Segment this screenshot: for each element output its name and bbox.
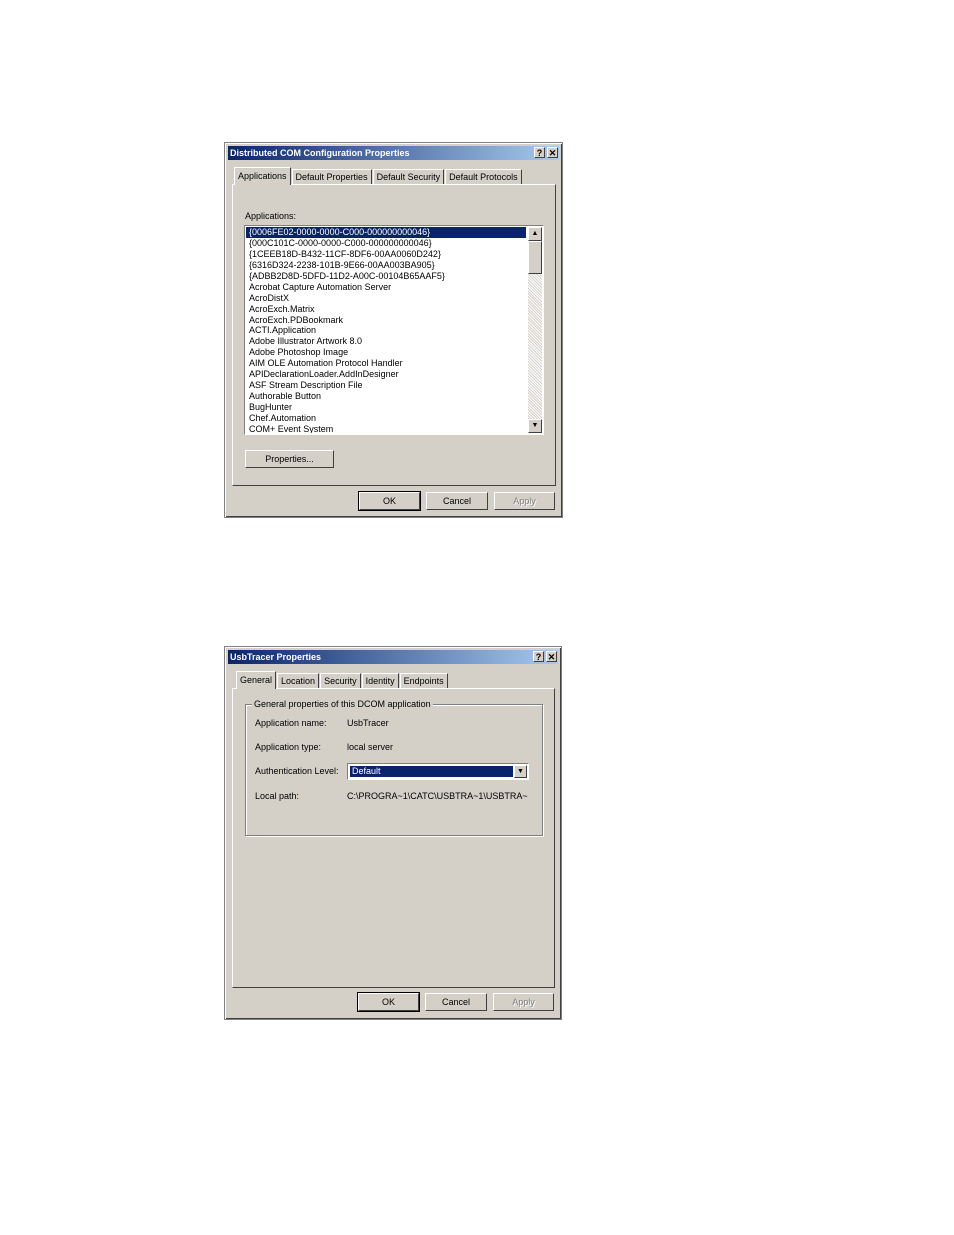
tab-default-security[interactable]: Default Security <box>372 169 445 184</box>
list-item[interactable]: BugHunter <box>246 402 526 413</box>
tab-default-properties[interactable]: Default Properties <box>291 169 372 184</box>
close-button[interactable]: ✕ <box>547 147 558 158</box>
list-item[interactable]: APIDeclarationLoader.AddInDesigner <box>246 369 526 380</box>
applications-label: Applications: <box>245 211 297 221</box>
tab-endpoints[interactable]: Endpoints <box>399 673 448 688</box>
list-item[interactable]: Chef.Automation <box>246 413 526 424</box>
scroll-up-icon[interactable]: ▲ <box>528 227 542 241</box>
vertical-scrollbar[interactable]: ▲ ▼ <box>528 227 542 433</box>
auth-level-select[interactable]: Default ▼ <box>347 763 529 780</box>
applications-list[interactable]: {0006FE02-0000-0000-C000-000000000046} {0… <box>244 225 544 435</box>
list-item[interactable]: {6316D324-2238-101B-9E66-00AA003BA905} <box>246 260 526 271</box>
chevron-down-icon[interactable]: ▼ <box>514 765 527 778</box>
list-item[interactable]: ASF Stream Description File <box>246 380 526 391</box>
auth-level-value: Default <box>349 765 514 778</box>
list-item[interactable]: ACTI.Application <box>246 325 526 336</box>
tab-default-protocols[interactable]: Default Protocols <box>445 169 522 184</box>
list-item[interactable]: {0006FE02-0000-0000-C000-000000000046} <box>246 227 526 238</box>
cancel-button[interactable]: Cancel <box>426 492 488 510</box>
list-item[interactable]: AcroExch.Matrix <box>246 304 526 315</box>
list-item[interactable]: Adobe Photoshop Image <box>246 347 526 358</box>
group-label: General properties of this DCOM applicat… <box>252 699 433 709</box>
dcom-config-dialog: Distributed COM Configuration Properties… <box>224 142 563 518</box>
title-bar[interactable]: Distributed COM Configuration Properties… <box>228 146 559 160</box>
app-name-label: Application name: <box>255 718 327 728</box>
tab-security[interactable]: Security <box>320 673 361 688</box>
tab-general[interactable]: General <box>236 671 277 689</box>
tab-applications[interactable]: Applications <box>234 167 291 185</box>
list-item[interactable]: AcroExch.PDBookmark <box>246 315 526 326</box>
tab-identity[interactable]: Identity <box>361 673 399 688</box>
list-item[interactable]: COM+ Event System <box>246 424 526 433</box>
local-path-label: Local path: <box>255 791 300 801</box>
app-type-label: Application type: <box>255 742 322 752</box>
list-item[interactable]: AIM OLE Automation Protocol Handler <box>246 358 526 369</box>
close-button[interactable]: ✕ <box>546 651 557 662</box>
list-item[interactable]: {000C101C-0000-0000-C000-000000000046} <box>246 238 526 249</box>
cancel-button[interactable]: Cancel <box>425 993 487 1011</box>
auth-level-label: Authentication Level: <box>255 766 339 776</box>
list-item[interactable]: Adobe Illustrator Artwork 8.0 <box>246 336 526 347</box>
properties-button[interactable]: Properties... <box>245 450 334 468</box>
app-name-value: UsbTracer <box>347 718 389 728</box>
tab-location[interactable]: Location <box>277 673 320 688</box>
list-item[interactable]: Authorable Button <box>246 391 526 402</box>
list-item[interactable]: {1CEEB18D-B432-11CF-8DF6-00AA0060D242} <box>246 249 526 260</box>
list-item[interactable]: {ADBB2D8D-5DFD-11D2-A00C-00104B65AAF5} <box>246 271 526 282</box>
scroll-down-icon[interactable]: ▼ <box>528 419 542 433</box>
help-button[interactable]: ? <box>534 147 545 158</box>
dialog-title: UsbTracer Properties <box>230 652 322 662</box>
list-item[interactable]: Acrobat Capture Automation Server <box>246 282 526 293</box>
apply-button[interactable]: Apply <box>494 492 555 510</box>
local-path-value: C:\PROGRA~1\CATC\USBTRA~1\USBTRA~ <box>347 791 528 801</box>
ok-button[interactable]: OK <box>357 992 420 1012</box>
dialog-title: Distributed COM Configuration Properties <box>230 148 410 158</box>
scroll-thumb[interactable] <box>528 241 542 274</box>
title-bar[interactable]: UsbTracer Properties ? ✕ <box>228 650 558 664</box>
app-type-value: local server <box>347 742 394 752</box>
ok-button[interactable]: OK <box>358 491 421 511</box>
help-button[interactable]: ? <box>533 651 544 662</box>
list-item[interactable]: AcroDistX <box>246 293 526 304</box>
apply-button[interactable]: Apply <box>493 993 554 1011</box>
usbtracer-properties-dialog: UsbTracer Properties ? ✕ General Locatio… <box>224 646 562 1020</box>
